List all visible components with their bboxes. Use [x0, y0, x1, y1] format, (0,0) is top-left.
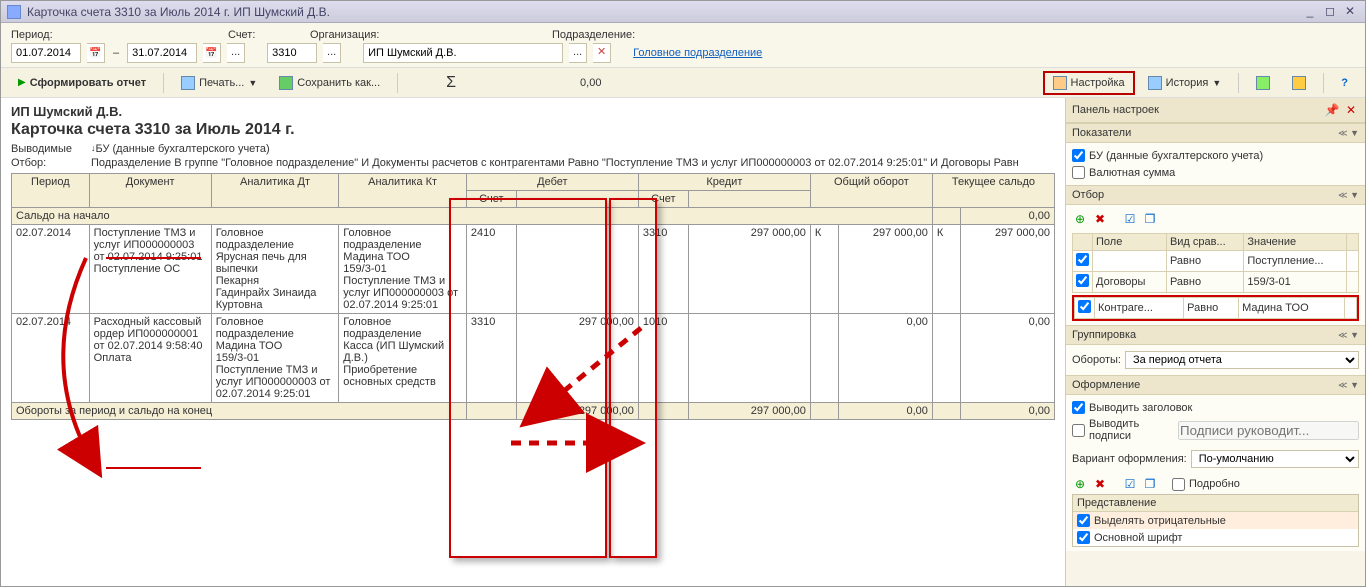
report-area: ИП Шумский Д.В. Карточка счета 3310 за И…	[1, 98, 1065, 586]
detailed-checkbox[interactable]	[1172, 478, 1185, 491]
settings-button[interactable]: Настройка	[1043, 71, 1135, 95]
indicators-section[interactable]: Показатели≪ ▼	[1066, 123, 1365, 143]
panel-title: Панель настроек	[1072, 104, 1159, 116]
history-button[interactable]: История▼	[1139, 72, 1231, 94]
printer-icon	[181, 76, 195, 90]
date-to-input[interactable]	[127, 43, 197, 63]
period-select-button[interactable]: ...	[227, 43, 245, 63]
panel-pin-icon[interactable]: 📌	[1324, 102, 1340, 118]
val-checkbox[interactable]	[1072, 166, 1085, 179]
org-input[interactable]	[363, 43, 563, 63]
subdiv-link[interactable]: Головное подразделение	[633, 47, 762, 59]
minimize-button[interactable]: _	[1301, 5, 1319, 19]
titlebar: Карточка счета 3310 за Июль 2014 г. ИП Ш…	[1, 1, 1365, 23]
table-row[interactable]: 02.07.2014 Расходный кассовый ордер ИП00…	[12, 314, 1055, 403]
tool-button-2[interactable]	[1283, 72, 1315, 94]
report-org: ИП Шумский Д.В.	[11, 104, 1055, 119]
signatures-input	[1178, 421, 1359, 440]
sigma-icon: Σ	[446, 74, 456, 92]
org-select-button[interactable]: ...	[569, 43, 587, 63]
period-label: Период:	[11, 29, 66, 41]
toolbar: ▶Сформировать отчет Печать...▼ Сохранить…	[1, 68, 1365, 98]
org-label: Организация:	[310, 29, 390, 41]
sum-value: 0,00	[580, 77, 601, 89]
maximize-button[interactable]: ◻	[1321, 5, 1339, 19]
signatures-checkbox[interactable]	[1072, 424, 1085, 437]
add-icon[interactable]: ⊕	[1072, 476, 1088, 492]
filter-conditions-table: ПолеВид срав...Значение Докумен... Равно…	[1072, 233, 1359, 293]
table-row[interactable]: 02.07.2014 Поступление ТМЗ и услуг ИП000…	[12, 225, 1055, 314]
account-input[interactable]	[267, 43, 317, 63]
tool-button-1[interactable]	[1247, 72, 1279, 94]
filter-row[interactable]: Договоры Равно 159/3-01	[1073, 272, 1359, 293]
icon-2[interactable]: ❐	[1142, 476, 1158, 492]
formatting-section[interactable]: Оформление≪ ▼	[1066, 375, 1365, 395]
account-select-button[interactable]: ...	[323, 43, 341, 63]
variant-select[interactable]: По-умолчанию	[1191, 450, 1359, 468]
formatting-list: Представление Выделять отрицательные Осн…	[1072, 494, 1359, 547]
help-button[interactable]: ?	[1332, 73, 1357, 93]
panel-close-icon[interactable]: ✕	[1343, 102, 1359, 118]
settings-panel: Панель настроек 📌 ✕ Показатели≪ ▼ БУ (да…	[1065, 98, 1365, 586]
history-icon	[1148, 76, 1162, 90]
app-icon	[7, 5, 21, 19]
turnover-select[interactable]: За период отчета	[1125, 351, 1359, 369]
report-table: Период Документ Аналитика Дт Аналитика К…	[11, 173, 1055, 420]
list-item[interactable]: Основной шрифт	[1073, 529, 1358, 546]
filter-section[interactable]: Отбор≪ ▼	[1066, 185, 1365, 205]
icon-1[interactable]: ☑	[1122, 476, 1138, 492]
filter-bar: Период: Счет: Организация: Подразделение…	[1, 23, 1365, 68]
filter-row[interactable]: Докумен... Равно Поступление...	[1073, 251, 1359, 272]
filter-icon-2[interactable]: ❐	[1142, 211, 1158, 227]
remove-icon[interactable]: ✖	[1092, 476, 1108, 492]
header-checkbox[interactable]	[1072, 401, 1085, 414]
date-from-input[interactable]	[11, 43, 81, 63]
grouping-section[interactable]: Группировка≪ ▼	[1066, 325, 1365, 345]
list-item[interactable]: Выделять отрицательные	[1073, 512, 1358, 529]
filter-row[interactable]: Контраге... Равно Мадина ТОО	[1075, 298, 1357, 319]
print-button[interactable]: Печать...▼	[172, 72, 266, 94]
calendar-icon[interactable]: 📅	[87, 43, 105, 63]
close-button[interactable]: ✕	[1341, 5, 1359, 19]
calendar-icon[interactable]: 📅	[203, 43, 221, 63]
window-title: Карточка счета 3310 за Июль 2014 г. ИП Ш…	[27, 5, 330, 19]
add-filter-icon[interactable]: ⊕	[1072, 211, 1088, 227]
remove-filter-icon[interactable]: ✖	[1092, 211, 1108, 227]
settings-icon	[1053, 76, 1067, 90]
account-label: Счет:	[228, 29, 278, 41]
org-clear-button[interactable]: ✕	[593, 43, 611, 63]
report-title: Карточка счета 3310 за Июль 2014 г.	[11, 121, 1055, 139]
subdiv-label: Подразделение:	[552, 29, 635, 41]
save-as-button[interactable]: Сохранить как...	[270, 72, 389, 94]
bu-checkbox[interactable]	[1072, 149, 1085, 162]
filter-icon-1[interactable]: ☑	[1122, 211, 1138, 227]
form-report-button[interactable]: ▶Сформировать отчет	[9, 73, 155, 93]
save-icon	[279, 76, 293, 90]
